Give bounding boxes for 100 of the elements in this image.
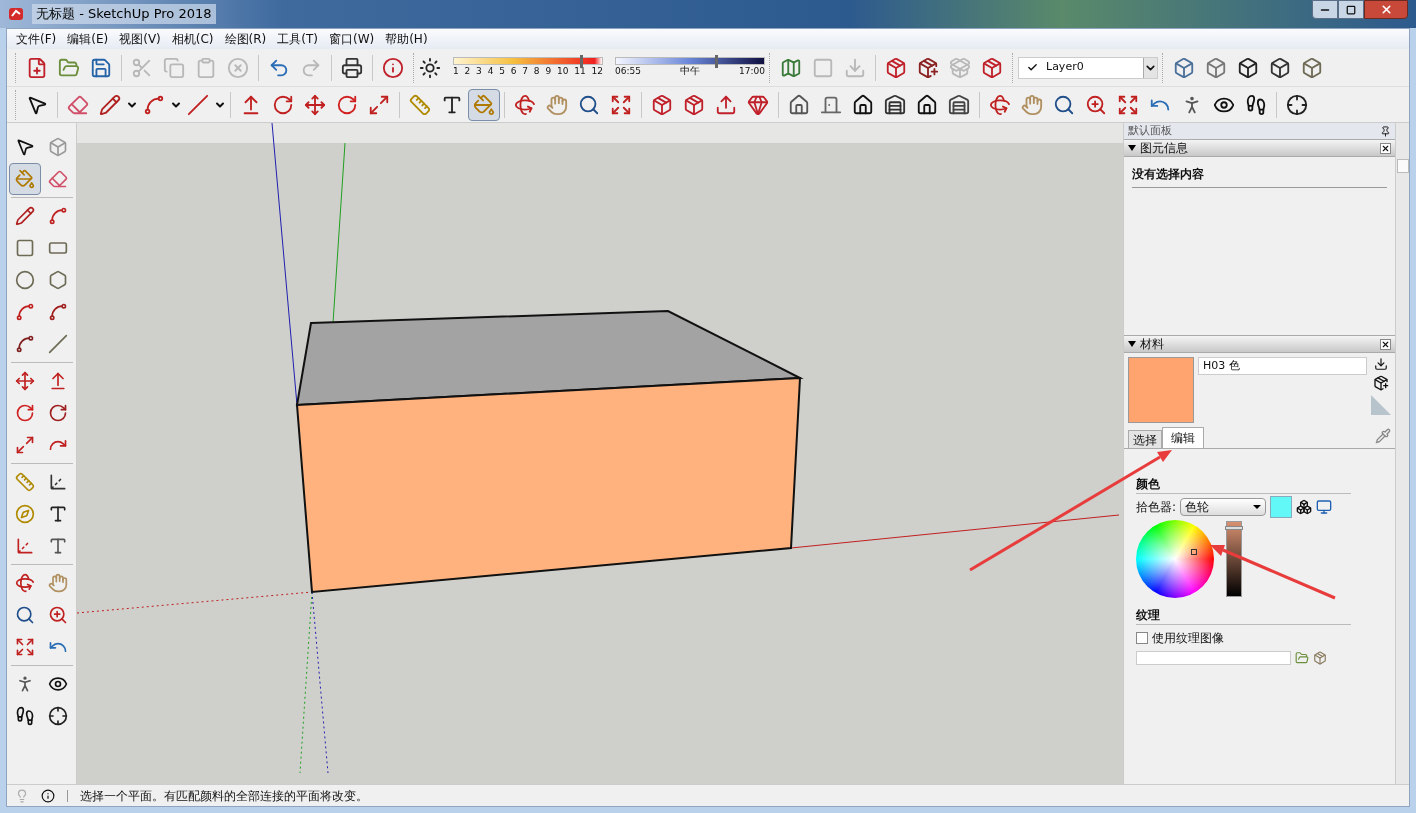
protractor-icon[interactable] [15,504,35,524]
warehouse-icon[interactable] [884,93,906,116]
dimension-icon[interactable] [48,472,68,492]
section-header[interactable]: 图元信息 [1124,139,1395,157]
pin-icon[interactable] [1380,125,1391,137]
menu-item[interactable]: 绘图(R) [219,30,272,48]
circle-icon[interactable] [15,270,35,290]
monitor-icon[interactable] [1316,499,1333,515]
menu-item[interactable]: 工具(T) [272,30,323,48]
caret-icon[interactable] [1253,505,1262,509]
gem-icon[interactable] [747,93,769,116]
scrollbar[interactable] [1395,123,1409,784]
cube-icon[interactable] [1269,56,1291,79]
upload-icon[interactable] [715,93,737,116]
eyedropper-icon[interactable] [1375,428,1391,444]
minimize-button[interactable] [1312,0,1338,19]
polygon-icon[interactable] [48,270,68,290]
texture-path-field[interactable] [1136,651,1291,665]
selected-tool-button[interactable] [9,163,41,195]
rotate-icon[interactable] [336,93,358,116]
package-icon[interactable] [651,93,673,116]
tab[interactable]: 编辑 [1162,427,1204,448]
scale-icon[interactable] [368,93,390,116]
material-name-field[interactable]: H03 色 [1198,357,1367,375]
close-button[interactable] [1364,0,1408,19]
menu-item[interactable]: 编辑(E) [62,30,114,48]
package-icon[interactable] [981,56,1003,79]
section-plane-icon[interactable] [1286,93,1308,116]
freehand-icon[interactable] [48,206,68,226]
push-pull-icon[interactable] [48,371,68,391]
folder-icon[interactable] [58,56,80,79]
box-drawing[interactable] [295,310,804,594]
tab[interactable]: 选择 [1128,430,1162,448]
section-plane-icon[interactable] [48,706,68,726]
move-icon[interactable] [15,371,35,391]
cube-icon[interactable] [1237,56,1259,79]
axes-icon[interactable] [15,536,35,556]
picker-dropdown[interactable]: 色轮 [1180,498,1267,516]
caret-icon[interactable] [1143,57,1157,78]
expand-triangle-icon[interactable] [1128,145,1136,151]
printer-icon[interactable] [341,56,363,79]
warehouse-icon[interactable] [948,93,970,116]
tape-measure-icon[interactable] [409,93,431,116]
close-icon[interactable] [1380,142,1391,154]
tape-measure-icon[interactable] [15,472,35,492]
download-icon[interactable] [1374,357,1388,371]
expand-triangle-icon[interactable] [1128,341,1136,347]
maximize-button[interactable] [1338,0,1364,19]
selected-tool-button[interactable] [468,88,500,121]
map-icon[interactable] [780,56,802,79]
menu-item[interactable]: 窗口(W) [323,30,380,48]
pencil-icon[interactable] [15,206,35,226]
zoom-extents-icon[interactable] [610,93,632,116]
zoom-extents-icon[interactable] [15,637,35,657]
new-file-icon[interactable] [26,56,48,79]
orbit-icon[interactable] [514,93,536,116]
picker-marker[interactable] [1191,549,1197,555]
search-icon[interactable] [1053,93,1075,116]
hand-icon[interactable] [48,573,68,593]
pencil-icon[interactable] [99,93,121,116]
arc-icon[interactable] [143,93,165,116]
info-icon[interactable] [41,788,55,803]
arc-icon[interactable] [15,302,35,322]
layer-dropdown[interactable]: Layer0 [1018,56,1158,79]
text-3d-icon[interactable] [48,536,68,556]
package-plus-icon[interactable] [1373,375,1389,391]
package-icon[interactable] [683,93,705,116]
footprints-icon[interactable] [15,706,35,726]
house-icon[interactable] [852,93,874,116]
menu-item[interactable]: 文件(F) [11,30,62,48]
pointer-icon[interactable] [15,137,35,157]
brightness-slider[interactable] [1226,521,1242,597]
move-icon[interactable] [304,93,326,116]
boxes-icon[interactable] [1296,499,1313,515]
search-icon[interactable] [578,93,600,116]
folder-icon[interactable] [1295,651,1309,665]
shadows-icon[interactable] [419,56,441,79]
arc-icon[interactable] [48,302,68,322]
package-plus-icon[interactable] [917,56,939,79]
search-icon[interactable] [15,605,35,625]
package-icon[interactable] [1313,651,1327,665]
close-icon[interactable] [1380,338,1391,350]
hand-icon[interactable] [546,93,568,116]
month-slider[interactable] [453,56,603,65]
menu-item[interactable]: 帮助(H) [380,30,433,48]
arc-icon[interactable] [15,334,35,354]
orbit-icon[interactable] [15,573,35,593]
section-header[interactable]: 材料 [1124,335,1395,353]
house-icon[interactable] [916,93,938,116]
eraser-icon[interactable] [48,169,68,189]
checkbox[interactable] [1136,632,1148,644]
scale-icon[interactable] [15,435,35,455]
menu-item[interactable]: 相机(C) [166,30,219,48]
menu-item[interactable]: 视图(V) [114,30,166,48]
time-slider[interactable] [615,56,765,65]
orbit-icon[interactable] [989,93,1011,116]
zoom-window-icon[interactable] [48,605,68,625]
zoom-window-icon[interactable] [1085,93,1107,116]
eraser-icon[interactable] [67,93,89,116]
house-icon[interactable] [788,93,810,116]
